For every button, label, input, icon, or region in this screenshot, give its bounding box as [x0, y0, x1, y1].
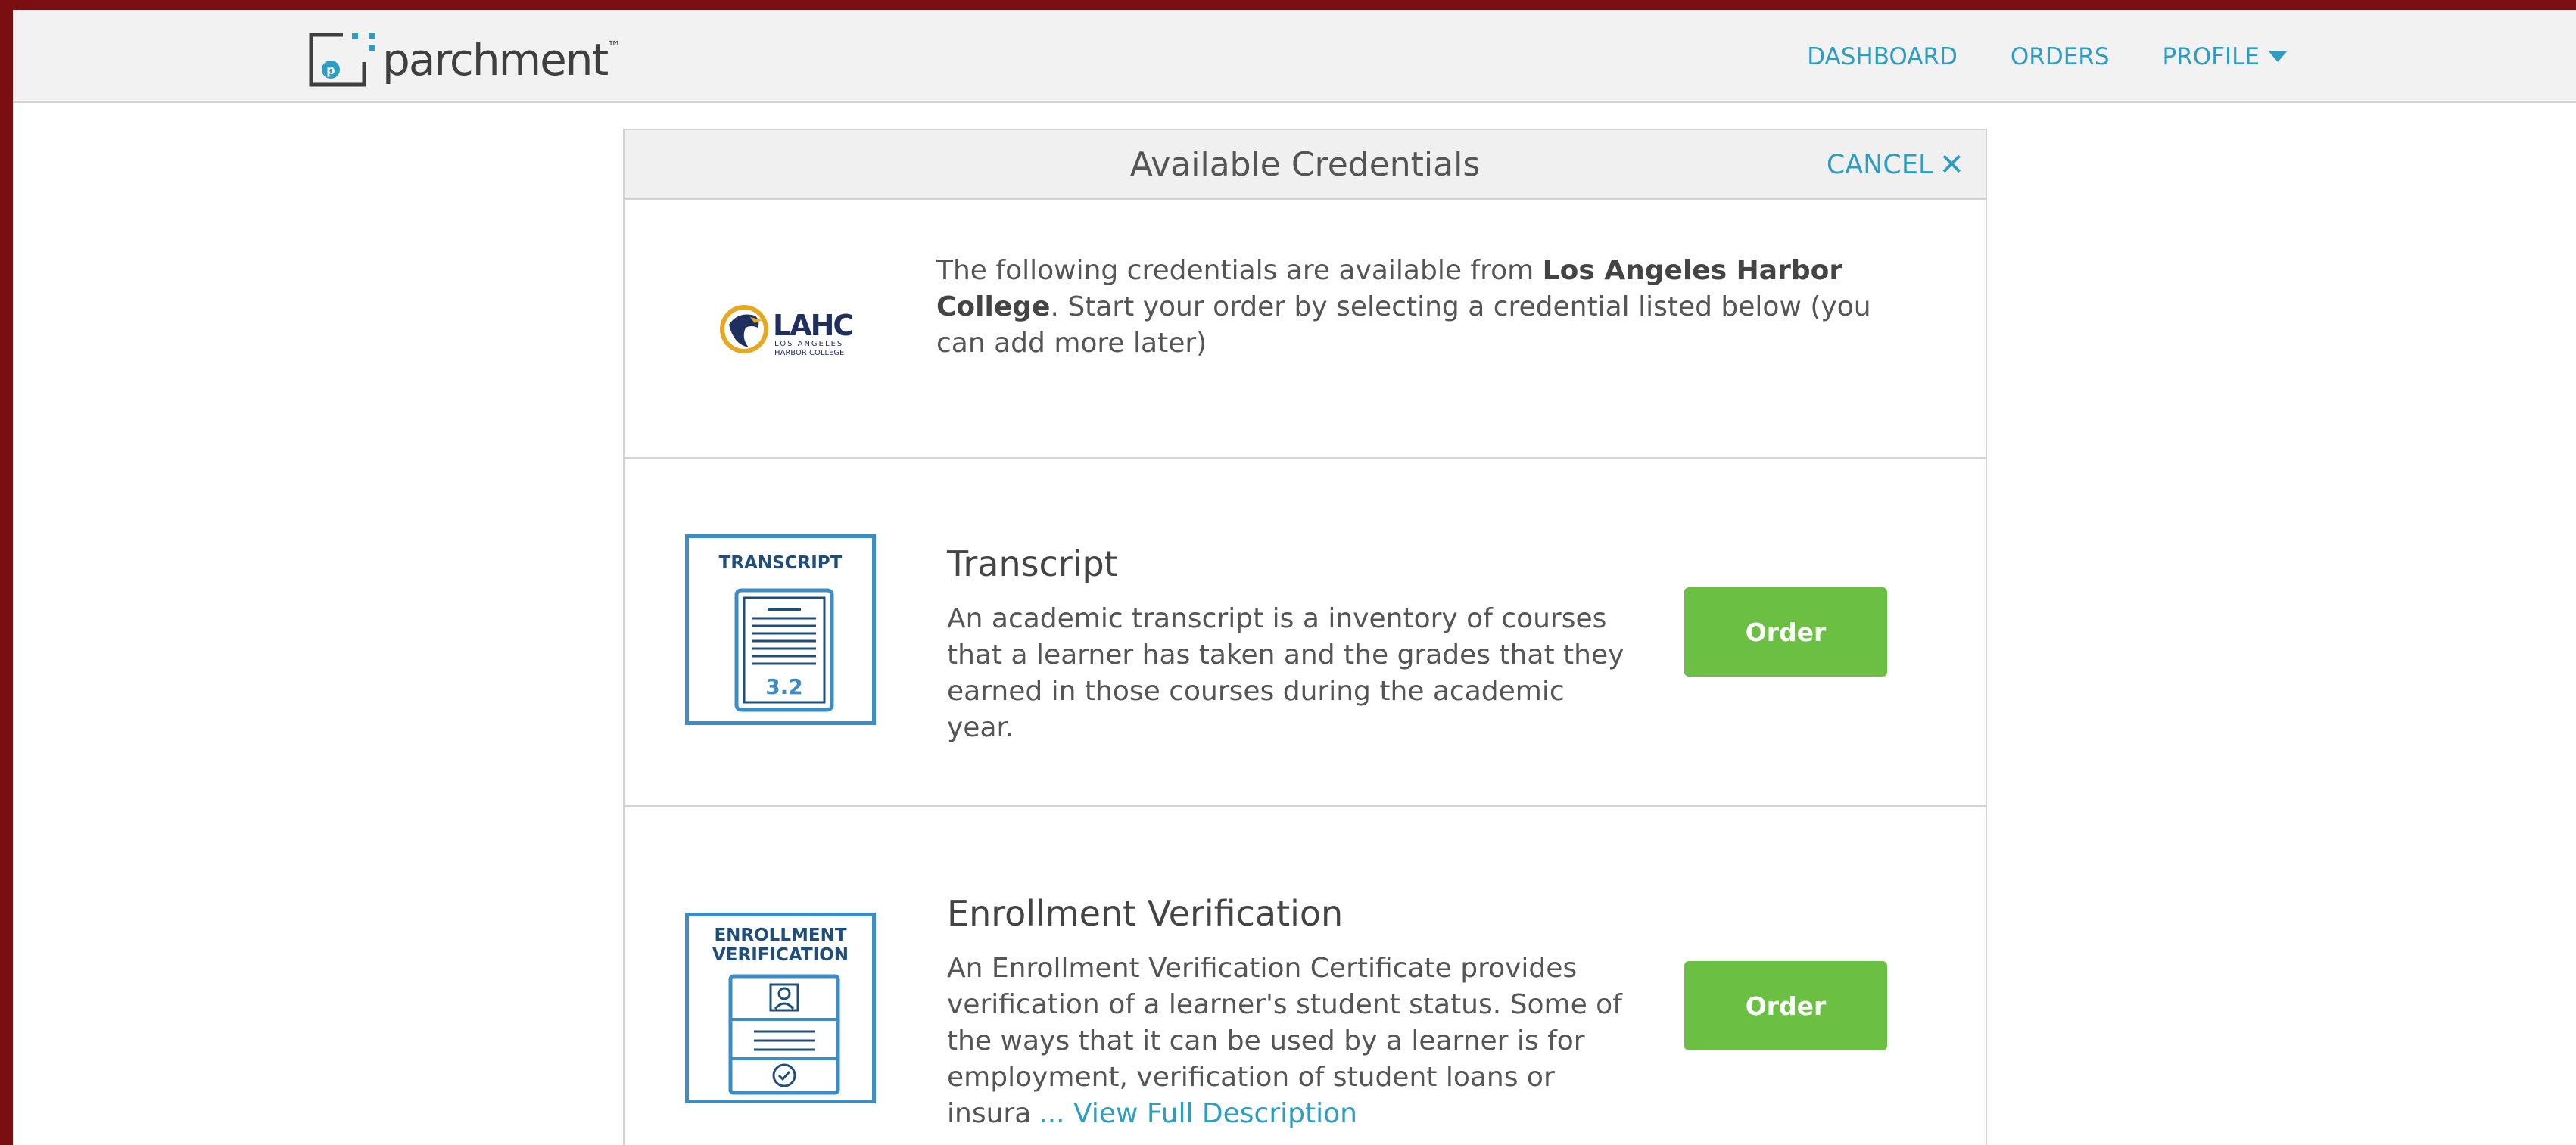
certificate-icon [728, 974, 840, 1095]
credential-title: Enrollment Verification [947, 893, 1344, 934]
close-icon: ✕ [1939, 148, 1964, 182]
parchment-logo[interactable]: p parchment ™ [308, 30, 621, 90]
credentials-panel: Available Credentials CANCEL ✕ LAHC LOS … [623, 129, 1987, 1145]
credential-description: An Enrollment Verification Certificate p… [947, 951, 1628, 1132]
cancel-label: CANCEL [1826, 150, 1933, 180]
main-nav: DASHBOARD ORDERS PROFILE [1754, 10, 2288, 103]
intro-text-after: . Start your order by selecting a creden… [936, 291, 1871, 359]
enrollment-icon-label-2: VERIFICATION [712, 945, 849, 965]
lahc-logo: LAHC LOS ANGELES HARBOR COLLEGE [720, 305, 854, 357]
svg-text:p: p [326, 63, 335, 77]
intro-text-before: The following credentials are available … [936, 255, 1543, 286]
nav-profile-label: PROFILE [2162, 42, 2260, 70]
order-enrollment-verification-button[interactable]: Order [1684, 961, 1887, 1050]
nav-orders[interactable]: ORDERS [2011, 43, 2110, 70]
lahc-logo-text: LAHC [773, 309, 852, 342]
transcript-icon-label: TRANSCRIPT [718, 553, 843, 573]
credential-description: An academic transcript is a inventory of… [947, 603, 1624, 743]
intro-text: The following credentials are available … [936, 253, 1928, 362]
view-full-description-link[interactable]: ... View Full Description [1039, 1098, 1357, 1129]
enrollment-icon-label-1: ENROLLMENT [714, 926, 847, 945]
panel-title: Available Credentials [1129, 145, 1481, 184]
transcript-icon: TRANSCRIPT 3.2 [685, 534, 876, 725]
cancel-button[interactable]: CANCEL ✕ [1827, 130, 1964, 200]
caret-down-icon [2269, 51, 2287, 62]
logo-wordmark: parchment [382, 34, 609, 86]
enrollment-verification-icon: ENROLLMENT VERIFICATION [685, 913, 876, 1103]
trademark-symbol: ™ [607, 39, 621, 54]
panel-header: Available Credentials CANCEL ✕ [625, 130, 1986, 200]
lahc-logo-sub1: LOS ANGELES [774, 340, 843, 348]
document-icon: 3.2 [734, 588, 834, 712]
transcript-icon-value: 3.2 [765, 674, 803, 699]
nav-dashboard[interactable]: DASHBOARD [1807, 43, 1958, 70]
browser-page: p parchment ™ DASHBOARD ORDERS PROFILE A… [13, 10, 2576, 1145]
top-nav-bar: p parchment ™ DASHBOARD ORDERS PROFILE [13, 10, 2576, 103]
nav-profile[interactable]: PROFILE [2163, 43, 2288, 70]
order-transcript-button[interactable]: Order [1684, 587, 1887, 677]
parchment-logo-icon: p [309, 33, 375, 87]
lahc-logo-sub2: HARBOR COLLEGE [774, 349, 844, 357]
credential-item-enrollment-verification: ENROLLMENT VERIFICATION Enrollment Verif [625, 807, 1986, 1145]
credential-item-transcript: TRANSCRIPT 3.2 Transcript An academic tr… [625, 459, 1986, 807]
credential-title: Transcript [947, 543, 1118, 584]
institution-intro: LAHC LOS ANGELES HARBOR COLLEGE The foll… [625, 200, 1986, 459]
